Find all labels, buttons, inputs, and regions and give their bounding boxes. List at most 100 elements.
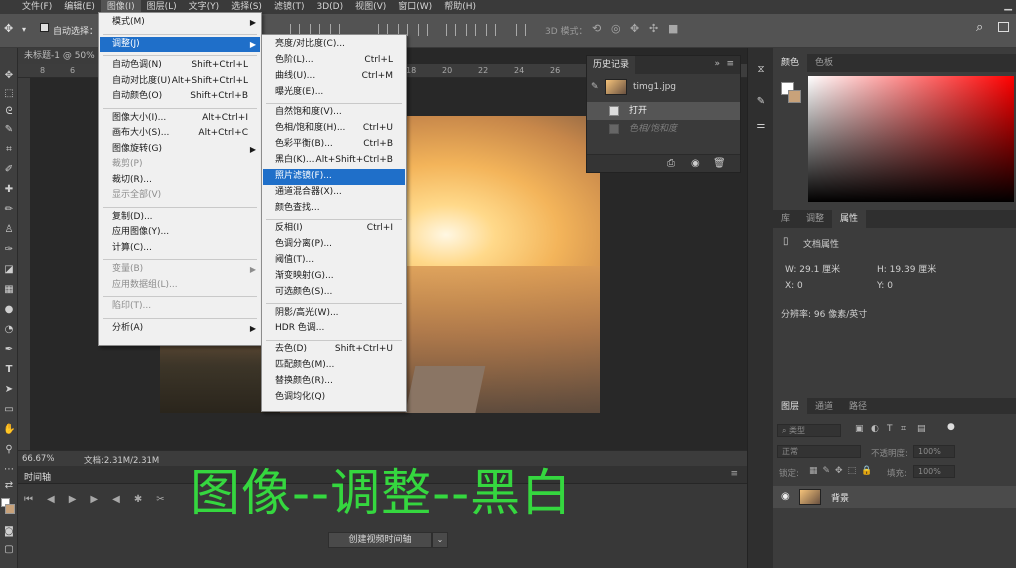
menu-item[interactable]: 分析(A) ▶ — [100, 321, 260, 337]
color-picker-field[interactable] — [808, 76, 1014, 202]
layer-name[interactable]: 背景 — [831, 491, 849, 504]
menu-item[interactable]: 通道混合器(X)... — [263, 185, 405, 201]
menu-item[interactable]: 窗口(W) — [392, 0, 438, 14]
menu-item[interactable]: 曝光度(E)... — [263, 85, 405, 101]
zoom-tool-icon[interactable]: ⚲ — [3, 444, 15, 456]
menu-item[interactable]: 反相(I) Ctrl+I — [263, 221, 405, 237]
panel-menu-icon[interactable]: ≡ — [730, 469, 738, 479]
filter-adjustment-icon[interactable]: ◐ — [871, 424, 879, 434]
split-icon[interactable]: ✂ — [156, 494, 164, 505]
distribute-left-icon[interactable] — [446, 24, 456, 36]
y-value[interactable]: Y: 0 — [877, 281, 893, 291]
menu-item[interactable]: 黑白(K)... Alt+Shift+Ctrl+B — [263, 153, 405, 169]
tab-swatches[interactable]: 色板 — [807, 54, 841, 72]
menu-item[interactable]: 编辑(E) — [58, 0, 101, 14]
auto-select-checkbox[interactable] — [40, 23, 49, 32]
distribute-bottom-icon[interactable] — [418, 24, 428, 36]
chevron-down-icon[interactable]: ▾ — [22, 25, 26, 34]
auto-align-icon[interactable] — [516, 24, 526, 36]
menu-item[interactable]: 色调分离(P)... — [263, 237, 405, 253]
menu-item[interactable]: 计算(C)... — [100, 241, 260, 257]
brush-tool-icon[interactable]: ✏ — [3, 204, 15, 216]
workspace-icon[interactable] — [998, 22, 1009, 32]
3d-rotate-icon[interactable]: ⟲ — [592, 22, 601, 35]
menu-item[interactable]: 应用数据组(L)... — [100, 278, 260, 294]
play-icon[interactable]: ▶ — [69, 494, 77, 505]
color-panel-swatches[interactable] — [781, 82, 803, 104]
shape-tool-icon[interactable]: ▭ — [3, 404, 15, 416]
history-brush-icon[interactable]: ✎ — [591, 78, 599, 96]
camera-icon[interactable]: ◉ — [691, 158, 700, 169]
move-tool-icon[interactable]: ✥ — [3, 70, 15, 82]
layer-row[interactable]: ◉ 背景 — [773, 486, 1016, 508]
move-tool-icon[interactable]: ✥ — [4, 22, 13, 35]
menu-item[interactable]: 渐变映射(G)... — [263, 269, 405, 285]
menu-item[interactable]: 去色(D) Shift+Ctrl+U — [263, 342, 405, 358]
height-value[interactable]: H: 19.39 厘米 — [877, 262, 936, 275]
filter-type-icon[interactable]: T — [887, 424, 893, 434]
history-panel-icon[interactable]: ⧖ — [755, 64, 767, 76]
path-selection-tool-icon[interactable]: ➤ — [3, 384, 15, 396]
create-video-timeline-button[interactable]: 创建视频时间轴 — [328, 532, 432, 548]
audio-icon[interactable]: ◀ — [112, 494, 120, 505]
quick-mask-icon[interactable]: ◙ — [3, 526, 15, 538]
lock-icons[interactable]: ▦✎✥⬚🔒 — [809, 466, 877, 476]
menu-item[interactable]: 裁剪(P) — [100, 157, 260, 173]
menu-item[interactable]: 调整(J) ▶ — [100, 36, 260, 52]
menu-item[interactable]: 自动颜色(O) Shift+Ctrl+B — [100, 89, 260, 105]
adjustments-panel-icon[interactable]: ⚌ — [755, 120, 767, 132]
menu-item[interactable]: 裁切(R)... — [100, 173, 260, 189]
menu-item[interactable]: 图像大小(I)... Alt+Ctrl+I — [100, 111, 260, 127]
first-frame-icon[interactable]: ⏮ — [24, 494, 33, 505]
tab-history[interactable]: 历史记录 — [587, 56, 636, 74]
layer-filter-search[interactable]: ⌕ 类型 — [777, 424, 841, 437]
eyedropper-tool-icon[interactable]: ✐ — [3, 164, 15, 176]
minimize-icon[interactable]: ▁ — [1004, 0, 1012, 14]
background-color-swatch[interactable] — [788, 90, 801, 103]
magic-wand-tool-icon[interactable]: ✎ — [3, 124, 15, 136]
3d-slide-icon[interactable]: ✣ — [649, 22, 658, 35]
tab-properties[interactable]: 属性 — [832, 210, 867, 228]
width-value[interactable]: W: 29.1 厘米 — [785, 262, 840, 275]
fill-input[interactable]: 100% — [913, 465, 955, 478]
blend-mode-select[interactable]: 正常 — [777, 445, 861, 458]
tab-color[interactable]: 颜色 — [773, 54, 808, 72]
new-document-icon[interactable]: ⎙ — [667, 158, 675, 169]
menu-item[interactable]: 色阶(L)... Ctrl+L — [263, 53, 405, 69]
distribute-right-icon[interactable] — [486, 24, 496, 36]
next-frame-icon[interactable]: ▶ — [90, 494, 98, 505]
menu-item[interactable]: 陷印(T)... — [100, 299, 260, 315]
timeline-title[interactable]: 时间轴 — [24, 470, 51, 483]
brush-panel-icon[interactable]: ✎ — [755, 96, 767, 108]
swap-colors-icon[interactable]: ⇄ — [3, 480, 15, 492]
history-step[interactable]: 打开 — [587, 102, 740, 120]
filter-shape-icon[interactable]: ⌗ — [901, 424, 906, 434]
history-brush-tool-icon[interactable]: ✑ — [3, 244, 15, 256]
prev-frame-icon[interactable]: ◀ — [47, 494, 55, 505]
menu-item[interactable]: 曲线(U)... Ctrl+M — [263, 69, 405, 85]
tab-libraries[interactable]: 库 — [773, 210, 798, 228]
marquee-tool-icon[interactable]: ⬚ — [3, 88, 15, 100]
chevron-down-icon[interactable]: ⌄ — [432, 532, 448, 548]
gradient-tool-icon[interactable]: ▦ — [3, 284, 15, 296]
menu-item[interactable]: 复制(D)... — [100, 210, 260, 226]
menu-item[interactable]: HDR 色调... — [263, 321, 405, 337]
lasso-tool-icon[interactable]: ᘓ — [3, 106, 15, 118]
menu-item[interactable]: 滤镜(T) — [268, 0, 311, 14]
trash-icon[interactable]: 🗑 — [713, 158, 726, 169]
menu-item[interactable]: 颜色查找... — [263, 201, 405, 217]
menu-item[interactable]: 阈值(T)... — [263, 253, 405, 269]
menu-item[interactable]: 阴影/高光(W)... — [263, 306, 405, 322]
3d-roll-icon[interactable]: ◎ — [611, 22, 621, 35]
healing-tool-icon[interactable]: ✚ — [3, 184, 15, 196]
background-color-swatch[interactable] — [5, 504, 15, 514]
eraser-tool-icon[interactable]: ◪ — [3, 264, 15, 276]
menu-item[interactable]: 可选颜色(S)... — [263, 285, 405, 301]
menu-item[interactable]: 文件(F) — [16, 0, 58, 14]
menu-item[interactable]: 显示全部(V) — [100, 188, 260, 204]
pen-tool-icon[interactable]: ✒ — [3, 344, 15, 356]
menu-item[interactable]: 自然饱和度(V)... — [263, 105, 405, 121]
more-tools-icon[interactable]: ⋯ — [3, 464, 15, 476]
menu-item[interactable]: 色调均化(Q) — [263, 390, 405, 406]
filter-smart-icon[interactable]: ▤ — [917, 424, 926, 434]
